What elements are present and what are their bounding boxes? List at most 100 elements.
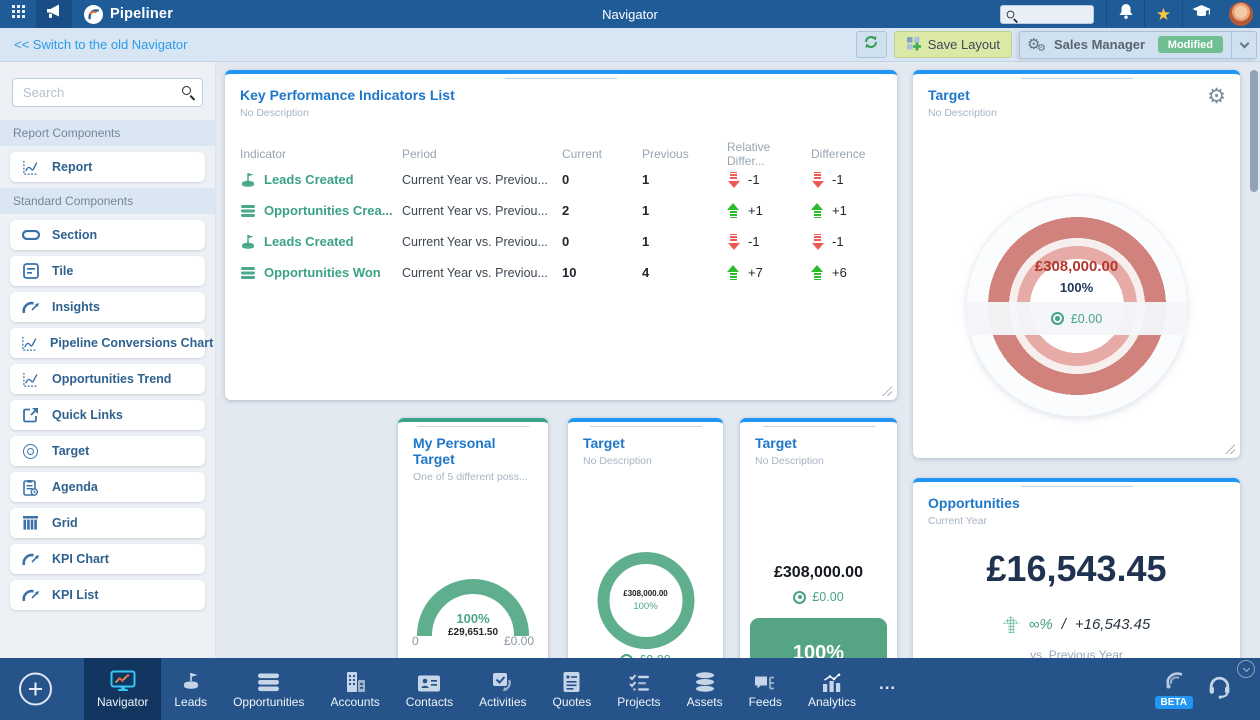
target-amount: £308,000.00 [623, 589, 668, 598]
gauge-scale: 0 £0.00 [412, 634, 534, 648]
nav-item-quotes[interactable]: Quotes [540, 658, 605, 720]
gear-icon[interactable]: ⚙ [1207, 86, 1226, 107]
pipeliner-app: Pipeliner Navigator ★ [0, 0, 1260, 720]
voice-assistant-button[interactable]: BETA [1155, 670, 1193, 709]
kpi-indicator-label: Opportunities Won [264, 265, 381, 280]
nav-item-contacts[interactable]: Contacts [393, 658, 466, 720]
sidebar-item-report[interactable]: Report [10, 152, 205, 182]
profile-dropdown-button[interactable] [1231, 32, 1256, 58]
sidebar-item-agenda[interactable]: Agenda [10, 472, 205, 502]
kpi-row[interactable]: Opportunities Crea... Current Year vs. P… [240, 195, 884, 226]
sidebar-item-opportunities-trend[interactable]: Opportunities Trend [10, 364, 205, 394]
trend-arrow-icon [811, 203, 824, 219]
sidebar-item-target[interactable]: Target [10, 436, 205, 466]
resize-handle[interactable] [1225, 444, 1235, 454]
nav-item-accounts[interactable]: Accounts [317, 658, 392, 720]
layout-profile-select[interactable]: ⚙⚙ Sales Manager Modified [1019, 31, 1257, 59]
change-amount: +16,543.45 [1075, 616, 1151, 633]
col-difference: Difference [811, 147, 884, 161]
refresh-icon [863, 34, 879, 55]
target-secondary-amount: £0.00 [1071, 312, 1102, 326]
notifications-button[interactable] [1106, 0, 1144, 28]
kpi-difference: +1 [832, 203, 847, 218]
target-bullseye-card: Target No Description ⚙ £308,000.00 100%… [913, 70, 1240, 458]
sidebar-item-label: Grid [52, 516, 78, 530]
sidebar-item-kpi-chart[interactable]: KPI Chart [10, 544, 205, 574]
resize-handle[interactable] [882, 386, 892, 396]
col-relative-difference: Relative Differ... [727, 140, 811, 168]
change-separator: / [1062, 616, 1066, 633]
user-avatar[interactable] [1229, 2, 1253, 26]
global-search-input[interactable] [1019, 8, 1089, 20]
nav-item-activities[interactable]: Activities [466, 658, 539, 720]
line-chart-icon [21, 371, 40, 388]
card-title: Key Performance Indicators List [240, 87, 882, 103]
sidebar-item-grid[interactable]: Grid [10, 508, 205, 538]
brand[interactable]: Pipeliner [84, 5, 173, 24]
target-percent: 100% [967, 280, 1187, 295]
nav-label: Feeds [749, 695, 782, 709]
refresh-button[interactable] [856, 31, 887, 58]
nav-item-assets[interactable]: Assets [674, 658, 736, 720]
beta-badge: BETA [1155, 696, 1193, 709]
my-personal-target-card: My Personal Target One of 5 different po… [398, 418, 548, 658]
favorites-button[interactable]: ★ [1144, 0, 1182, 28]
feeds-icon [755, 669, 775, 692]
nav-label: Accounts [330, 695, 379, 709]
kpi-row[interactable]: Leads Created Current Year vs. Previou..… [240, 164, 884, 195]
announcements-button[interactable] [36, 0, 72, 28]
sidebar-search [12, 78, 203, 107]
col-period: Period [402, 147, 562, 161]
training-button[interactable] [1182, 0, 1220, 28]
opportunities-comparison: vs. Previous Year [913, 648, 1240, 658]
kpi-row[interactable]: Opportunities Won Current Year vs. Previ… [240, 257, 884, 288]
sidebar-item-label: Quick Links [52, 408, 123, 422]
support-button[interactable] [1207, 674, 1232, 704]
plus-icon [29, 683, 42, 696]
nav-item-opportunities[interactable]: Opportunities [220, 658, 317, 720]
nav-label: Projects [617, 695, 660, 709]
kpi-previous: 1 [642, 172, 727, 187]
nav-item-leads[interactable]: Leads [161, 658, 220, 720]
opportunities-card: Opportunities Current Year £16,543.45 ∞%… [913, 478, 1240, 658]
sidebar-item-pipeline-conversions-chart[interactable]: Pipeline Conversions Chart [10, 328, 205, 358]
collapse-nav-button[interactable] [1237, 660, 1255, 678]
chevron-down-icon [1242, 664, 1249, 671]
global-search[interactable] [1000, 5, 1094, 24]
nav-item-feeds[interactable]: Feeds [736, 658, 795, 720]
save-layout-button[interactable]: Save Layout [894, 31, 1012, 58]
analytics-icon [823, 669, 841, 692]
nav-more-button[interactable]: ... [869, 674, 906, 694]
quick-add-button[interactable] [19, 673, 52, 706]
kpi-period: Current Year vs. Previou... [402, 204, 562, 218]
nav-item-navigator[interactable]: Navigator [84, 658, 161, 720]
vertical-scrollbar[interactable] [1250, 70, 1258, 192]
agenda-clipboard-icon [21, 479, 40, 496]
sidebar-item-quick-links[interactable]: Quick Links [10, 400, 205, 430]
kpi-row[interactable]: Leads Created Current Year vs. Previou..… [240, 226, 884, 257]
sidebar-item-label: Insights [52, 300, 100, 314]
section-header-standard-components: Standard Components [0, 188, 215, 214]
card-title: Opportunities [928, 495, 1225, 511]
nav-item-projects[interactable]: Projects [604, 658, 673, 720]
sidebar-item-kpi-list[interactable]: KPI List [10, 580, 205, 610]
sidebar-item-section[interactable]: Section [10, 220, 205, 250]
kpi-indicator-label: Leads Created [264, 172, 354, 187]
trend-arrow-icon [727, 234, 740, 250]
sidebar-search-input[interactable] [12, 78, 203, 107]
toolbar-actions: Save Layout ⚙⚙ Sales Manager Modified [856, 31, 1257, 59]
quotes-icon [563, 669, 580, 692]
card-subtitle: No Description [583, 455, 708, 467]
sidebar-item-insights[interactable]: Insights [10, 292, 205, 322]
kpi-current: 2 [562, 203, 642, 218]
kpi-period: Current Year vs. Previou... [402, 266, 562, 280]
sidebar-item-label: Section [52, 228, 97, 242]
switch-old-navigator-link[interactable]: << Switch to the old Navigator [14, 37, 187, 52]
target-donut-card: Target No Description £308,000.00 100% £… [568, 418, 723, 658]
app-launcher-button[interactable] [0, 0, 36, 28]
sidebar-item-tile[interactable]: Tile [10, 256, 205, 286]
target-secondary-band: £0.00 [967, 302, 1187, 335]
nav-item-analytics[interactable]: Analytics [795, 658, 869, 720]
gauge-percent: 100% [428, 611, 518, 626]
target-amount: £308,000.00 [740, 564, 897, 582]
